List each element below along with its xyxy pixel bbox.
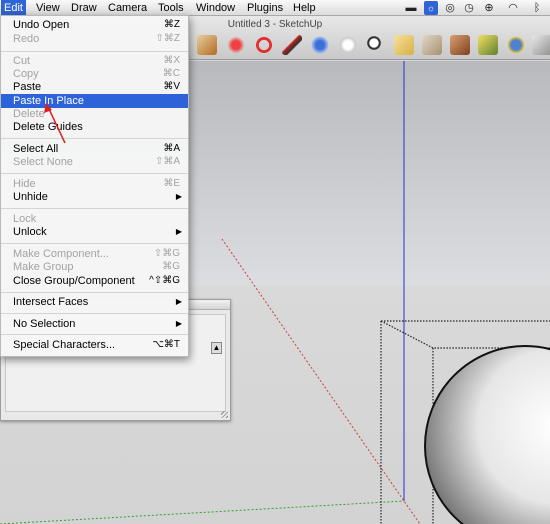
- menu-item-select-all[interactable]: Select All ⌘A: [1, 142, 188, 156]
- follow-me-tool-icon[interactable]: [282, 35, 302, 55]
- menu-item-label: Close Group/Component: [13, 275, 135, 287]
- menu-item-label: Paste In Place: [13, 95, 84, 107]
- menu-help[interactable]: Help: [290, 0, 319, 16]
- menu-item-label: Copy: [13, 68, 39, 80]
- pan-tool-icon[interactable]: [338, 35, 358, 55]
- menu-edit[interactable]: Edit: [1, 0, 26, 16]
- panel-resize-grip[interactable]: [221, 411, 228, 418]
- bluetooth-icon[interactable]: ᛒ: [530, 1, 544, 15]
- menu-item-shortcut: ⌘X: [163, 55, 180, 66]
- menu-item-label: Unlock: [13, 226, 47, 238]
- submenu-arrow-icon: ▶: [175, 297, 182, 306]
- previous-view-icon[interactable]: [422, 35, 442, 55]
- menu-view[interactable]: View: [33, 0, 63, 16]
- menu-item-shortcut: ⌘G: [162, 261, 180, 272]
- menu-item-label: Cut: [13, 55, 31, 67]
- time-machine-icon[interactable]: ◷: [462, 1, 476, 15]
- menu-item-lock[interactable]: Lock: [1, 212, 188, 226]
- menu-item-label: Special Characters...: [13, 339, 116, 351]
- menu-item-label: Delete Guides: [13, 121, 83, 133]
- menu-item-no-selection[interactable]: No Selection ▶: [1, 317, 188, 331]
- get-models-icon[interactable]: [506, 35, 526, 55]
- menu-item-label: Intersect Faces: [13, 296, 89, 308]
- menu-bar: Edit View Draw Camera Tools Window Plugi…: [0, 0, 550, 16]
- menu-item-shortcut: ⌘E: [163, 178, 180, 189]
- sync-icon[interactable]: ◎: [443, 1, 457, 15]
- menu-item-shortcut: ^⇧⌘G: [149, 275, 180, 286]
- menu-item-undo[interactable]: Undo Open ⌘Z: [1, 18, 188, 32]
- menu-item-label: Lock: [13, 213, 37, 225]
- menu-item-label: Make Group: [13, 261, 74, 273]
- menu-item-hide[interactable]: Hide ⌘E: [1, 177, 188, 191]
- move-tool-icon[interactable]: [226, 35, 246, 55]
- menu-item-label: Delete: [13, 108, 45, 120]
- menu-item-shortcut: ⌘Z: [163, 19, 180, 30]
- menu-separator: [1, 313, 188, 314]
- menu-item-copy[interactable]: Copy ⌘C: [1, 67, 188, 81]
- menu-item-make-group[interactable]: Make Group ⌘G: [1, 260, 188, 274]
- menu-item-unlock[interactable]: Unlock ▶: [1, 225, 188, 239]
- menu-separator: [1, 138, 188, 139]
- red-axis: [221, 238, 421, 524]
- menu-item-shortcut: ⌘C: [162, 68, 180, 79]
- menu-tools[interactable]: Tools: [155, 0, 187, 16]
- share-model-icon[interactable]: [532, 35, 550, 55]
- edit-menu: Undo Open ⌘Z Redo ⇧⌘Z Cut ⌘X Copy ⌘C Pas…: [0, 15, 189, 357]
- menu-separator: [1, 51, 188, 52]
- menu-item-paste-in-place[interactable]: Paste In Place: [1, 94, 188, 108]
- menu-item-shortcut: ⌥⌘T: [152, 339, 180, 350]
- menu-item-cut[interactable]: Cut ⌘X: [1, 54, 188, 68]
- submenu-arrow-icon: ▶: [175, 227, 182, 236]
- menu-item-shortcut: ⌘A: [163, 143, 180, 154]
- menu-item-label: Redo: [13, 33, 40, 45]
- menu-window[interactable]: Window: [193, 0, 238, 16]
- menu-draw[interactable]: Draw: [68, 0, 100, 16]
- panel-scroll-button[interactable]: ▲: [211, 342, 222, 354]
- menu-separator: [1, 292, 188, 293]
- menu-separator: [1, 208, 188, 209]
- menu-item-paste[interactable]: Paste ⌘V: [1, 80, 188, 94]
- wifi-icon[interactable]: ◠: [506, 1, 520, 15]
- submenu-arrow-icon: ▶: [175, 319, 182, 328]
- menu-separator: [1, 173, 188, 174]
- menu-item-make-component[interactable]: Make Component... ⇧⌘G: [1, 247, 188, 261]
- app-tray-icon[interactable]: ☼: [424, 1, 438, 15]
- menu-item-label: Select All: [13, 143, 59, 155]
- next-view-icon[interactable]: [450, 35, 470, 55]
- position-camera-icon[interactable]: [478, 35, 498, 55]
- menu-item-label: Unhide: [13, 191, 48, 203]
- push-pull-tool-icon[interactable]: [197, 35, 217, 55]
- menu-plugins[interactable]: Plugins: [244, 0, 286, 16]
- menu-item-intersect-faces[interactable]: Intersect Faces ▶: [1, 295, 188, 309]
- menu-item-delete-guides[interactable]: Delete Guides: [1, 120, 188, 134]
- submenu-arrow-icon: ▶: [175, 192, 182, 201]
- menu-camera[interactable]: Camera: [105, 0, 150, 16]
- menu-separator: [1, 243, 188, 244]
- menu-item-redo[interactable]: Redo ⇧⌘Z: [1, 32, 188, 46]
- rotate-tool-icon[interactable]: [254, 35, 274, 55]
- green-axis: [0, 500, 405, 524]
- menu-item-special-characters[interactable]: Special Characters... ⌥⌘T: [1, 338, 188, 352]
- menu-item-label: Hide: [13, 178, 36, 190]
- zoom-extents-icon[interactable]: [394, 35, 414, 55]
- menu-item-select-none[interactable]: Select None ⇧⌘A: [1, 155, 188, 169]
- menu-separator: [1, 334, 188, 335]
- menu-item-shortcut: ⇧⌘Z: [155, 33, 181, 44]
- menu-item-delete[interactable]: Delete: [1, 107, 188, 121]
- display-icon[interactable]: ▬: [404, 1, 418, 15]
- bluetooth-up-icon[interactable]: ⊕: [482, 1, 496, 15]
- menu-item-shortcut: ⇧⌘A: [154, 156, 180, 167]
- menu-item-shortcut: ⌘V: [163, 81, 180, 92]
- zoom-tool-icon[interactable]: [366, 35, 386, 55]
- menu-item-label: Select None: [13, 156, 73, 168]
- menu-item-label: Make Component...: [13, 248, 109, 260]
- orbit-tool-icon[interactable]: [310, 35, 330, 55]
- menu-item-close-group[interactable]: Close Group/Component ^⇧⌘G: [1, 274, 188, 288]
- menu-item-label: Undo Open: [13, 19, 70, 31]
- sphere-object[interactable]: [424, 345, 550, 524]
- menu-item-unhide[interactable]: Unhide ▶: [1, 190, 188, 204]
- menu-item-label: Paste: [13, 81, 42, 93]
- menu-item-label: No Selection: [13, 318, 76, 330]
- menu-item-shortcut: ⇧⌘G: [153, 248, 180, 259]
